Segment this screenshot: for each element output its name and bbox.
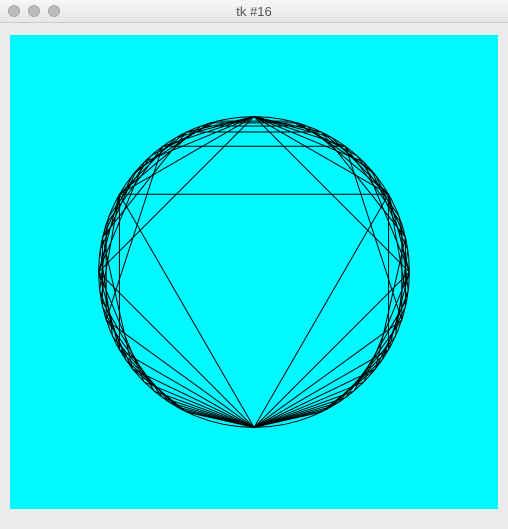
polygon-6: [119, 117, 388, 428]
polygon-9: [101, 126, 407, 427]
window: tk #16: [0, 0, 508, 529]
window-title: tk #16: [0, 4, 508, 19]
content-area: [0, 23, 508, 529]
zoom-icon[interactable]: [48, 5, 60, 17]
canvas: [10, 35, 498, 509]
polygon-14: [102, 117, 405, 428]
polygon-3: [119, 194, 388, 427]
window-controls: [0, 5, 60, 17]
minimize-icon[interactable]: [28, 5, 40, 17]
titlebar: tk #16: [0, 0, 508, 23]
polygon-drawing: [10, 35, 498, 509]
close-icon[interactable]: [8, 5, 20, 17]
